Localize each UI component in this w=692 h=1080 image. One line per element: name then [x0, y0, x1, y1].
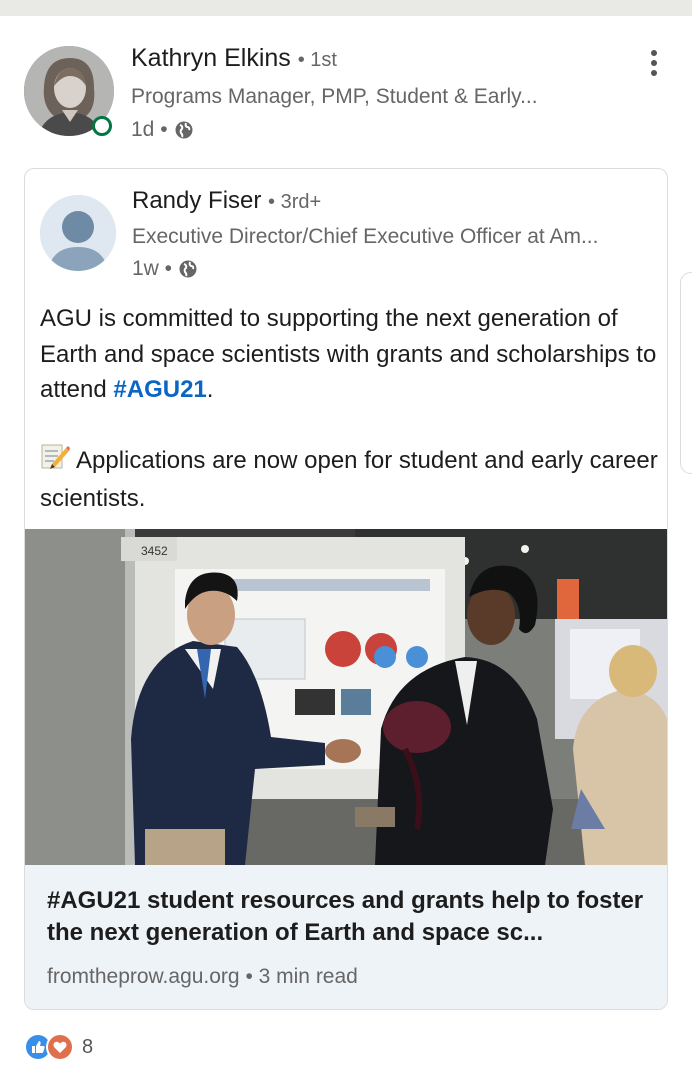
author-name-line[interactable]: Kathryn Elkins • 1st	[131, 44, 337, 73]
globe-icon	[175, 121, 193, 139]
post-text-paragraph-2: Applications are now open for student an…	[40, 442, 667, 516]
memo-pencil-icon	[40, 442, 70, 481]
shared-author-name-line[interactable]: Randy Fiser • 3rd+	[132, 187, 321, 215]
adjacent-card-edge	[680, 272, 692, 474]
online-status-indicator	[92, 116, 112, 136]
reaction-count[interactable]: 8	[82, 1036, 93, 1059]
shared-post-card[interactable]: Randy Fiser • 3rd+ Executive Director/Ch…	[24, 168, 668, 1010]
link-preview-title[interactable]: #AGU21 student resources and grants help…	[47, 885, 657, 949]
author-headline: Programs Manager, PMP, Student & Early..…	[131, 85, 538, 108]
reactions-summary[interactable]: 8	[24, 1033, 93, 1061]
post-text-1-end: .	[206, 376, 214, 403]
link-preview-image[interactable]: 3452	[25, 529, 667, 865]
post-age: 1d •	[131, 118, 168, 141]
shared-post-time: 1w •	[132, 257, 198, 281]
link-preview[interactable]: #AGU21 student resources and grants help…	[25, 865, 667, 1009]
more-options-icon[interactable]	[642, 48, 666, 80]
globe-icon	[179, 260, 197, 278]
shared-author-headline: Executive Director/Chief Executive Offic…	[132, 225, 599, 248]
shared-author-name[interactable]: Randy Fiser	[132, 187, 261, 214]
link-preview-source: fromtheprow.agu.org • 3 min read	[47, 965, 358, 988]
post-text-2: Applications are now open for student an…	[40, 447, 658, 512]
shared-connection-degree: • 3rd+	[268, 191, 322, 213]
hashtag-link[interactable]: #AGU21	[113, 376, 206, 403]
shared-author-avatar[interactable]	[40, 195, 116, 271]
booth-number-label: 3452	[141, 544, 168, 558]
connection-degree: • 1st	[297, 49, 337, 71]
love-icon	[46, 1033, 74, 1061]
shared-post-age: 1w •	[132, 257, 173, 280]
post-text-paragraph-1: AGU is committed to supporting the next …	[40, 301, 667, 408]
top-status-strip	[0, 0, 692, 16]
author-name[interactable]: Kathryn Elkins	[131, 44, 291, 72]
post-time: 1d •	[131, 118, 194, 142]
